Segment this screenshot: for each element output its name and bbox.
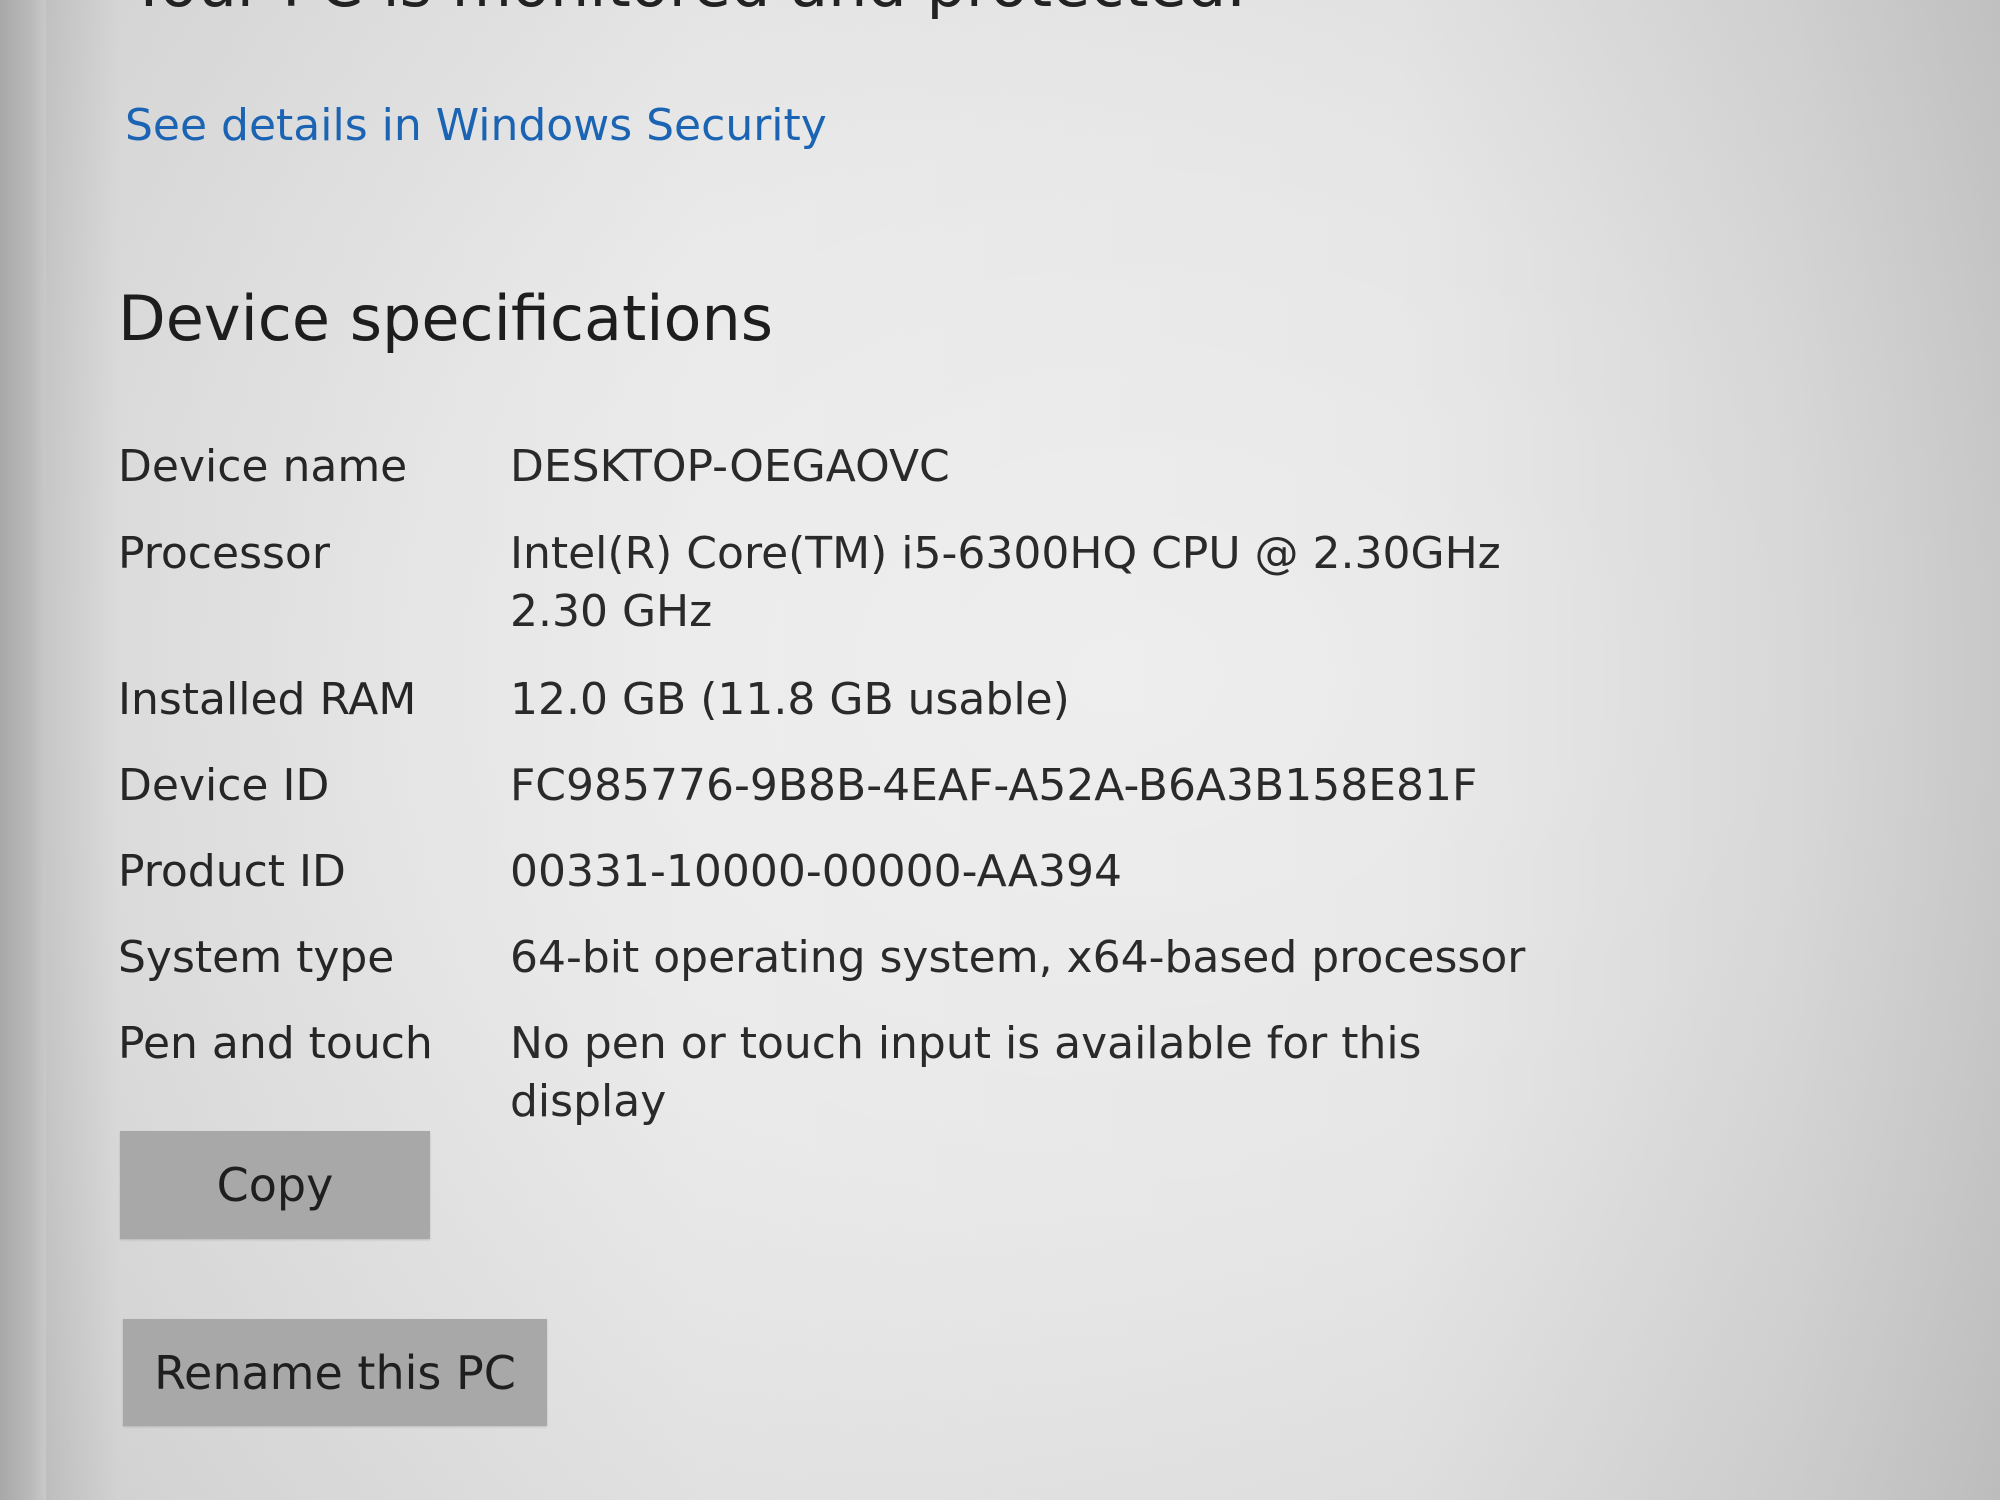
settings-about-panel <box>46 0 2000 1500</box>
spec-label: Pen and touch <box>118 1018 433 1069</box>
spec-value: FC985776-9B8B-4EAF-A52A-B6A3B158E81F <box>510 760 1478 811</box>
spec-value: Intel(R) Core(TM) i5-6300HQ CPU @ 2.30GH… <box>510 528 1501 637</box>
spec-value: 12.0 GB (11.8 GB usable) <box>510 674 1070 725</box>
spec-label: Device name <box>118 441 408 492</box>
copy-button[interactable]: Copy <box>120 1131 430 1239</box>
spec-label: Device ID <box>118 760 330 811</box>
spec-label: Processor <box>118 528 330 579</box>
windows-security-link[interactable]: See details in Windows Security <box>125 100 827 151</box>
rename-pc-button[interactable]: Rename this PC <box>123 1319 547 1426</box>
spec-value: 64-bit operating system, x64-based proce… <box>510 932 1526 983</box>
spec-label: System type <box>118 932 395 983</box>
spec-value: 00331-10000-00000-AA394 <box>510 846 1122 897</box>
spec-label: Product ID <box>118 846 346 897</box>
device-specifications-title: Device specifications <box>118 282 774 355</box>
spec-value: No pen or touch input is available for t… <box>510 1018 1422 1127</box>
security-status-heading: Your PC is monitored and protected. <box>130 0 1246 21</box>
spec-value: DESKTOP-OEGAOVC <box>510 441 950 492</box>
spec-label: Installed RAM <box>118 674 417 725</box>
